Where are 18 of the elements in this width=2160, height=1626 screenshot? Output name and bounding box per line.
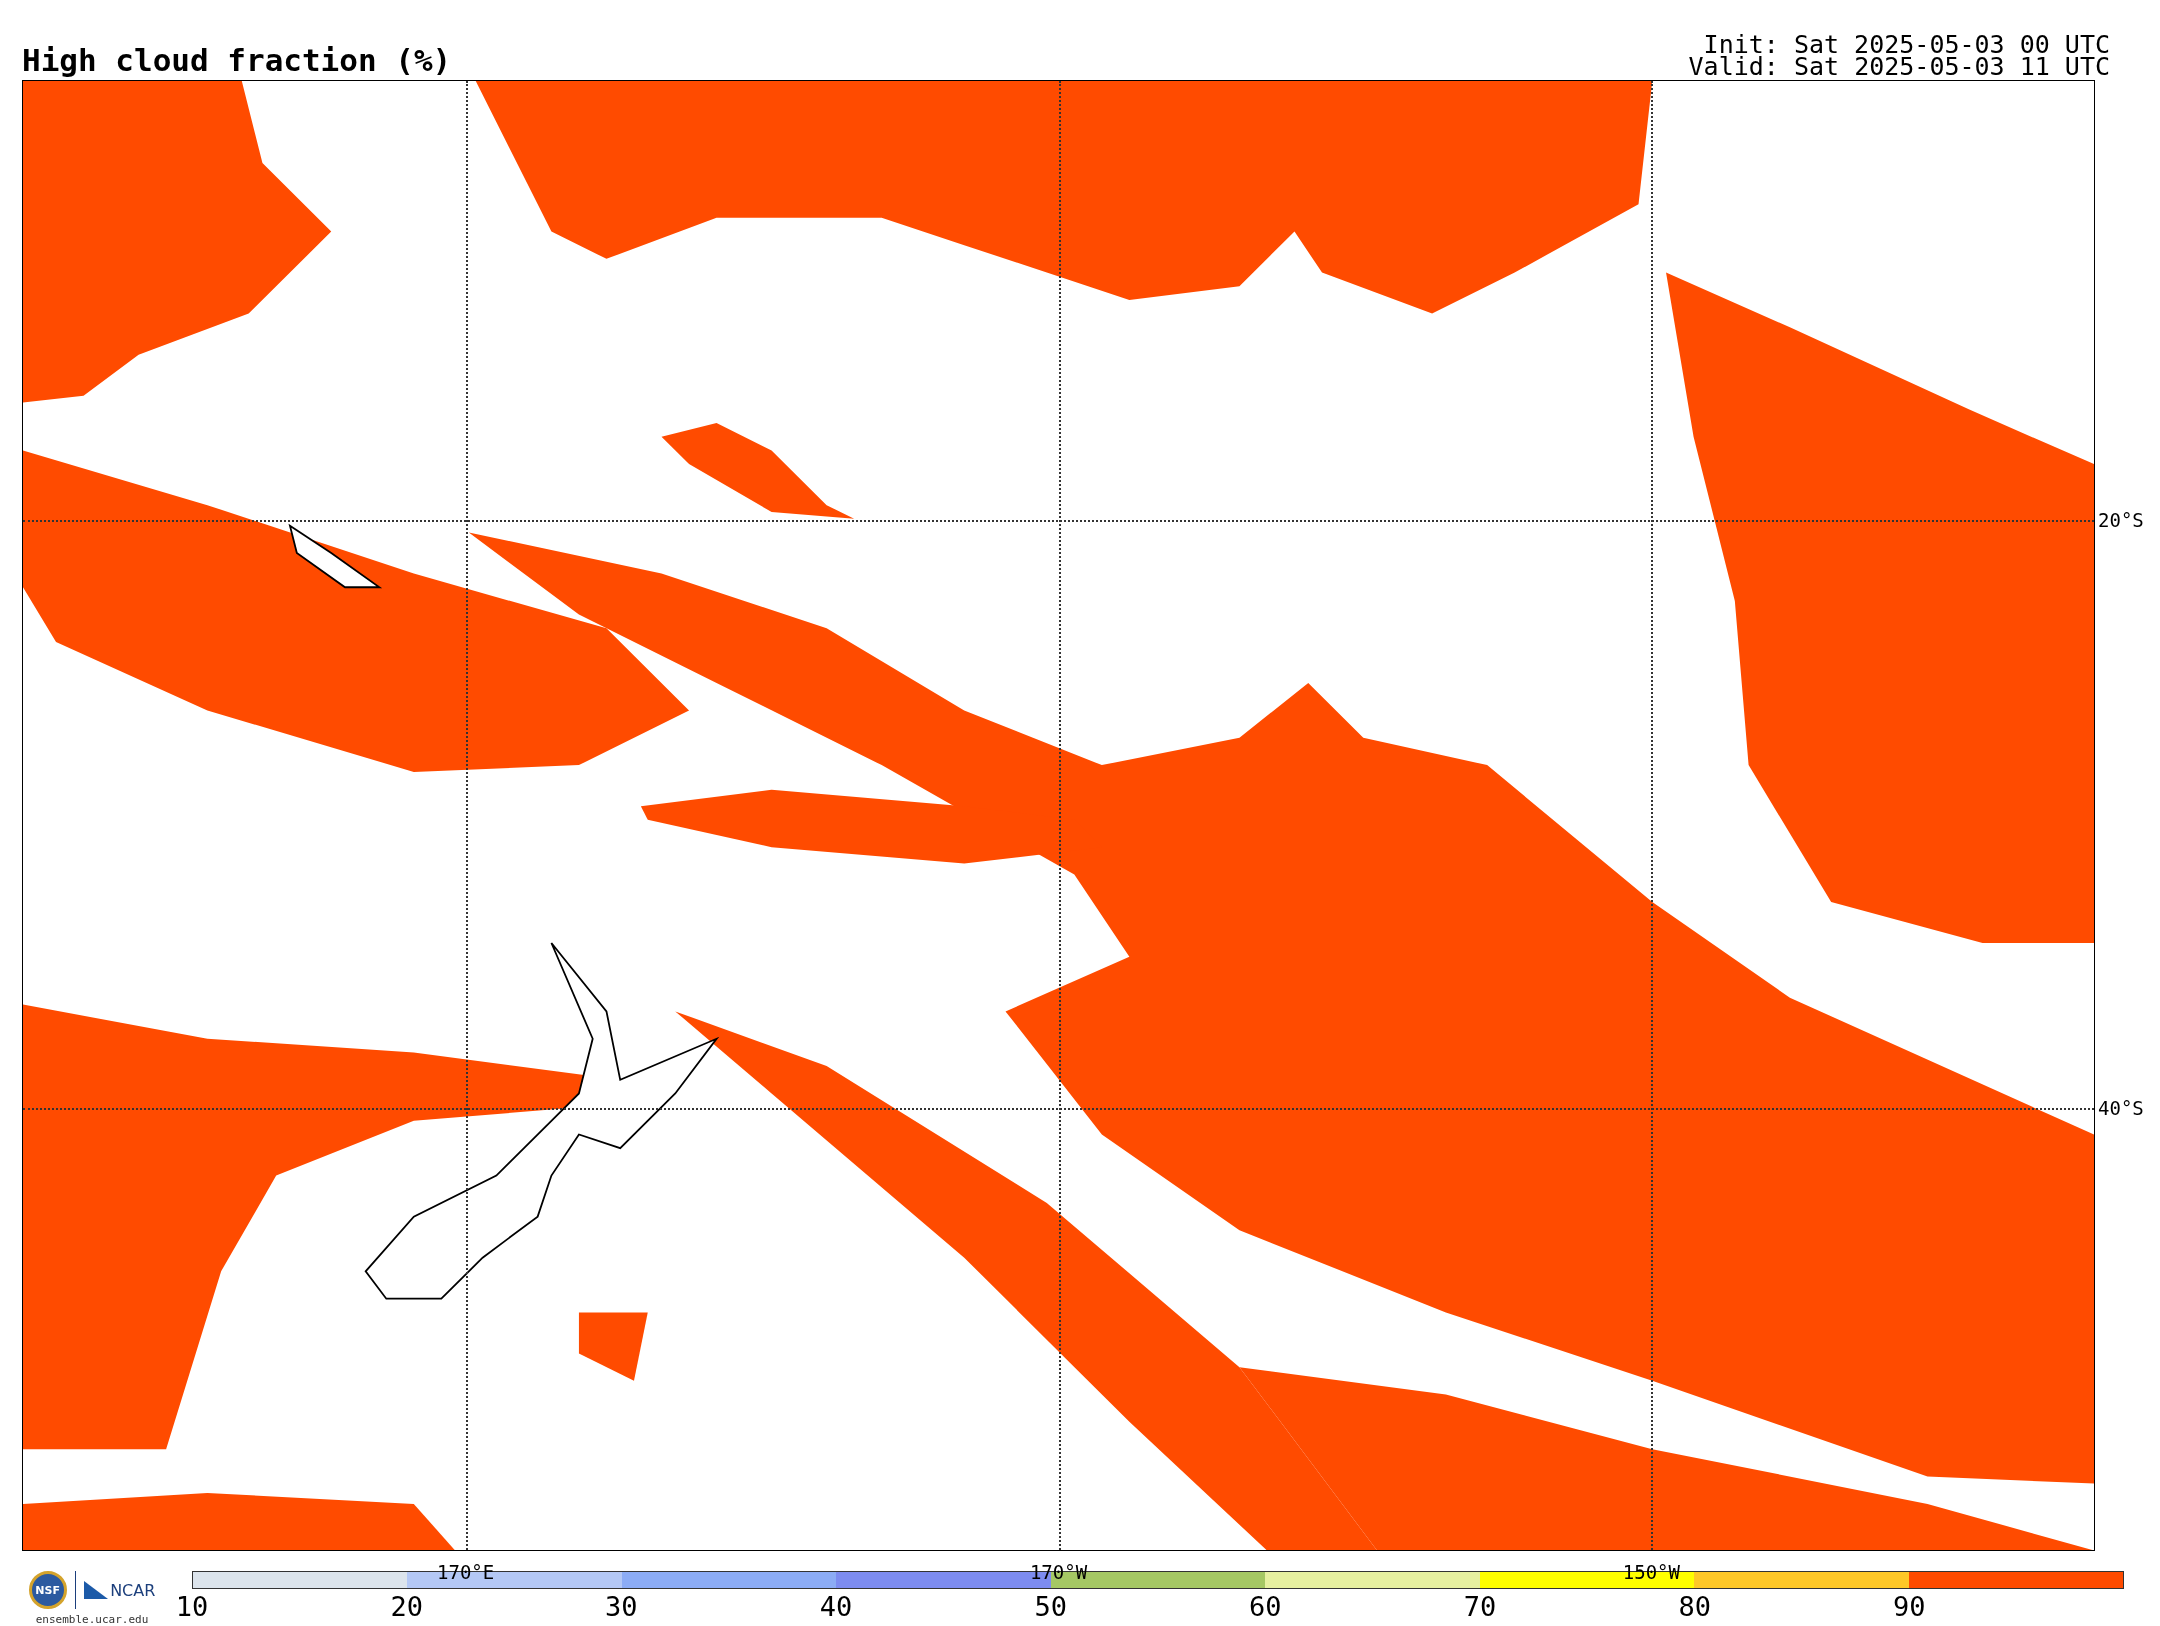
chart-title: High cloud fraction (%)	[22, 44, 452, 76]
longitude-label: 150°W	[1622, 1562, 1680, 1582]
run-time-label: Init: Sat 2025-05-03 00 UTC	[1703, 33, 2110, 56]
colorbar-tick-label: 10	[175, 1593, 209, 1620]
nsf-logo: NSF	[28, 1571, 67, 1609]
ncar-logo: NCAR	[84, 1580, 156, 1600]
colorbar-tick-label: 20	[390, 1593, 423, 1620]
colorbar-tick-label: 90	[1893, 1593, 1926, 1620]
latitude-label: 20°S	[2098, 508, 2144, 531]
run-time-label: Valid: Sat 2025-05-03 11 UTC	[1688, 55, 2110, 78]
colorbar-tick-label: 70	[1463, 1593, 1497, 1620]
latitude-label: 40°S	[2098, 1097, 2144, 1120]
colorbar-tick-label: 80	[1678, 1593, 1711, 1620]
colorbar-tick-label: 50	[1034, 1593, 1067, 1620]
colorbar-tick-label: 30	[605, 1593, 638, 1620]
colorbar-tick-label: 40	[819, 1593, 853, 1620]
colorbar-tick-label: 60	[1249, 1593, 1282, 1620]
website-label: ensemble.ucar.edu	[35, 1613, 149, 1626]
